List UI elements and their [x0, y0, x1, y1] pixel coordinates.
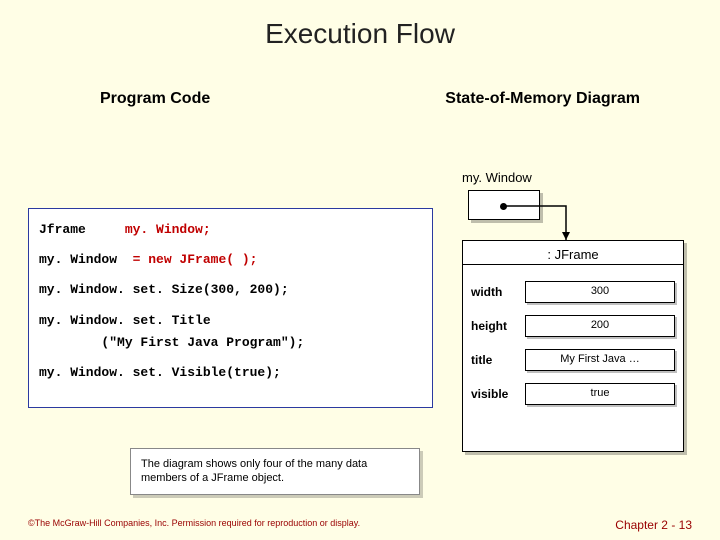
- subtitle-row: Program Code State-of-Memory Diagram: [0, 50, 720, 118]
- object-row: visible true: [463, 377, 683, 411]
- code-box: Jframe my. Window; my. Window = new JFra…: [28, 208, 433, 408]
- obj-value-title: My First Java …: [525, 349, 675, 371]
- code-l1a: Jframe: [39, 222, 125, 237]
- obj-label-height: height: [471, 319, 517, 333]
- right-subtitle: State-of-Memory Diagram: [445, 90, 640, 108]
- obj-value-width: 300: [525, 281, 675, 303]
- object-row: height 200: [463, 309, 683, 343]
- obj-label-visible: visible: [471, 387, 517, 401]
- caption-box: The diagram shows only four of the many …: [130, 448, 420, 495]
- object-row: title My First Java …: [463, 343, 683, 377]
- obj-label-width: width: [471, 285, 517, 299]
- object-header: : JFrame: [463, 241, 683, 265]
- page-number: Chapter 2 - 13: [615, 518, 692, 532]
- reference-dot: [500, 203, 507, 210]
- obj-value-height: 200: [525, 315, 675, 337]
- object-row: width 300: [463, 275, 683, 309]
- code-l1b: my. Window;: [125, 222, 211, 237]
- code-l5: my. Window. set. Visible(true);: [39, 365, 281, 380]
- left-subtitle: Program Code: [100, 90, 210, 108]
- code-l4b: ("My First Java Program");: [39, 335, 304, 350]
- arrow-head-icon: [562, 232, 570, 240]
- object-box: : JFrame width 300 height 200 title My F…: [462, 240, 684, 452]
- code-l3: my. Window. set. Size(300, 200);: [39, 282, 289, 297]
- footer: ©The McGraw-Hill Companies, Inc. Permiss…: [28, 518, 692, 532]
- code-l2b: = new JFrame( );: [133, 252, 258, 267]
- variable-label: my. Window: [462, 170, 532, 185]
- obj-label-title: title: [471, 353, 517, 367]
- obj-value-visible: true: [525, 383, 675, 405]
- code-l4a: my. Window. set. Title: [39, 313, 211, 328]
- copyright-text: ©The McGraw-Hill Companies, Inc. Permiss…: [28, 518, 360, 532]
- slide-title: Execution Flow: [0, 0, 720, 50]
- code-l2a: my. Window: [39, 252, 133, 267]
